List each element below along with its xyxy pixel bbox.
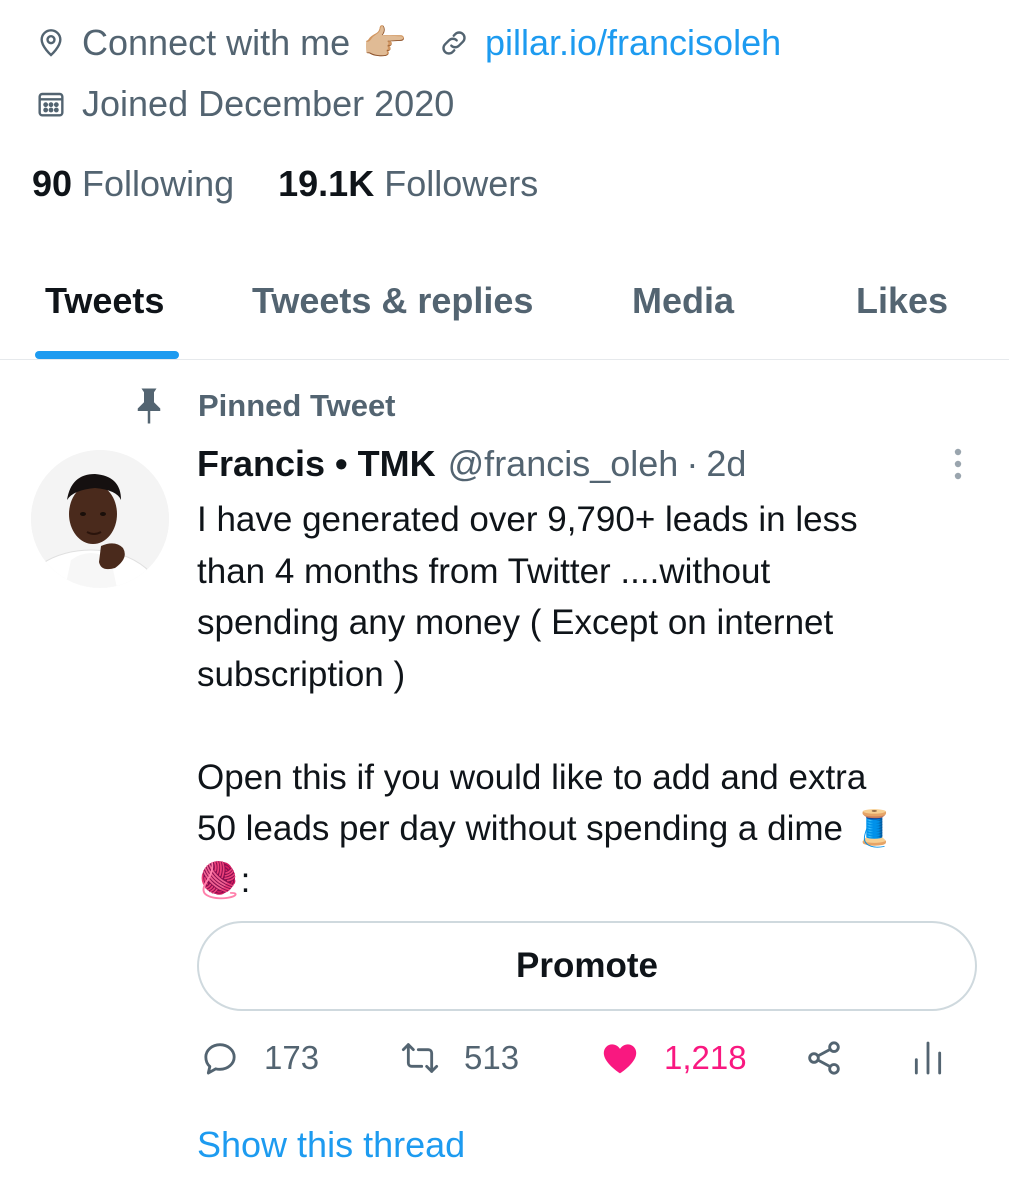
author-name[interactable]: Francis • TMK [197,443,436,485]
tab-tweets-replies[interactable]: Tweets & replies [252,280,533,322]
promote-button[interactable]: Promote [197,921,977,1011]
pinned-label-text: Pinned Tweet [198,388,396,423]
link-icon [437,26,471,60]
followers-link[interactable]: 19.1K Followers [278,163,538,205]
author-handle[interactable]: @francis_oleh [448,443,679,485]
following-count: 90 [32,163,73,204]
more-icon[interactable] [950,446,966,482]
followers-label: Followers [384,163,539,204]
followers-count: 19.1K [278,163,375,204]
analytics-icon [914,1041,942,1075]
profile-tabs: Tweets Tweets & replies Media Likes [0,262,1009,360]
location-icon [34,26,68,60]
following-link[interactable]: 90 Following [32,163,234,205]
retweet-button[interactable]: 513 [400,1038,519,1078]
tweet-text: I have generated over 9,790+ leads in le… [197,500,897,900]
reply-count: 173 [264,1039,320,1076]
avatar[interactable] [31,450,169,588]
tab-media[interactable]: Media [632,280,734,322]
reply-button[interactable]: 173 [200,1038,319,1078]
promote-label: Promote [516,946,658,985]
joined-row: Joined December 2020 [34,83,454,125]
tab-tweets[interactable]: Tweets [45,280,164,322]
location-text: Connect with me [82,22,351,63]
active-tab-indicator [35,351,179,359]
retweet-count: 513 [464,1039,520,1076]
analytics-button[interactable] [908,1038,972,1078]
tweet-header: Francis • TMK @francis_oleh · 2d [197,443,746,485]
like-count: 1,218 [664,1039,747,1076]
profile-meta-row: Connect with me 👉🏼 pillar.io/francisoleh [34,22,781,64]
follow-counts: 90 Following 19.1K Followers [32,163,582,205]
following-label: Following [82,163,235,204]
tab-likes[interactable]: Likes [856,280,948,322]
tweet-actions: 173 513 1,218 [0,1038,1009,1088]
calendar-icon [34,87,68,121]
like-button[interactable]: 1,218 [600,1038,747,1078]
pin-icon [137,388,161,424]
joined-text: Joined December 2020 [82,83,455,124]
avatar-image [31,450,169,588]
retweet-icon [401,1043,439,1073]
header-separator: · [686,443,699,484]
show-thread-link[interactable]: Show this thread [197,1124,465,1166]
tweet-timestamp[interactable]: 2d [706,443,746,485]
share-button[interactable] [804,1038,868,1078]
reply-icon [204,1043,236,1075]
heart-icon [603,1044,637,1074]
pointing-hand-emoji: 👉🏼 [362,23,407,64]
pinned-tweet-label: Pinned Tweet [134,386,396,426]
share-icon [808,1041,840,1075]
website-link[interactable]: pillar.io/francisoleh [485,22,781,64]
